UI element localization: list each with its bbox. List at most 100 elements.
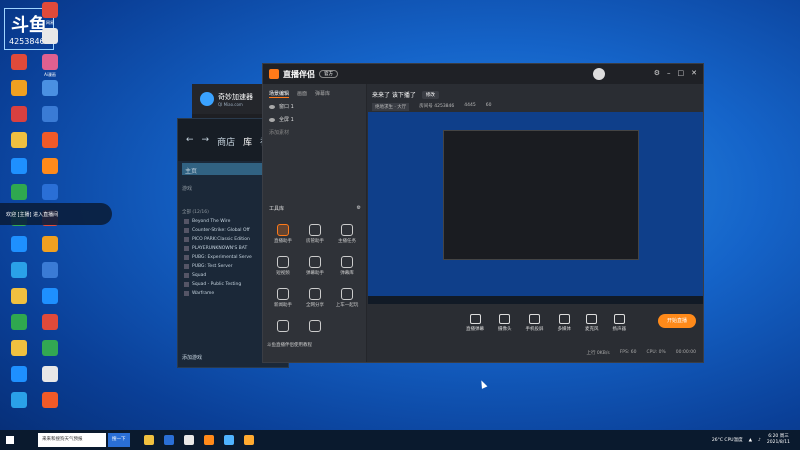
desktop-icon[interactable] [2,262,36,290]
tool-item[interactable]: 弹幕助手 [299,256,331,276]
taskbar-app-icon[interactable] [203,435,214,445]
weather-status[interactable]: 26°C CPU温度 [712,437,743,443]
app-icon [42,2,58,18]
scene-panel: 场景编辑 画面 弹幕库 窗口 1 全屏 1 添加素材 工具库 ⚙ 直播助手 房管助… [263,84,367,362]
scene-label: 窗口 1 [279,104,294,110]
desktop-icon[interactable] [2,366,36,394]
desktop-icon[interactable] [2,54,36,82]
status-item: CPU: 0% [646,350,666,355]
tool-item[interactable]: 新闻助手 [267,288,299,308]
nav-library[interactable]: 库 [243,135,252,161]
desktop-icon[interactable] [2,236,36,264]
control-icon [613,314,625,324]
nav-store[interactable]: 商店 [217,135,235,161]
desktop-icon[interactable] [33,236,67,264]
maximize-icon[interactable]: □ [678,69,685,77]
tutorial-notice[interactable]: 斗鱼直播伴侣使用教程 [267,342,312,348]
desktop-icon[interactable] [2,158,36,186]
taskbar-search-input[interactable]: 来来和搜狗天气预报 [38,433,106,447]
tab-scene[interactable]: 场景编辑 [269,90,290,98]
game-icon [184,219,189,224]
eye-icon[interactable] [269,104,275,109]
clock[interactable]: 6:20 周三 2021/8/11 [767,434,790,446]
tools-title: 工具库 [269,206,285,212]
add-source-button[interactable]: 添加素材 [263,126,366,139]
control-button[interactable]: 扬声器 [612,314,627,332]
desktop-icon[interactable]: Ai漫画 [33,54,67,82]
tool-icon [277,320,289,332]
desktop-icon[interactable] [33,366,67,394]
network-icon[interactable]: ▲ [749,438,752,443]
control-button[interactable]: 多媒体 [558,314,571,332]
desktop-icon[interactable] [33,80,67,108]
desktop-icon[interactable] [33,314,67,342]
scene-item[interactable]: 窗口 1 [263,100,366,113]
desktop-icon[interactable] [33,392,67,420]
back-arrow-icon[interactable]: ← [186,135,194,161]
forward-arrow-icon[interactable]: → [202,135,210,161]
tool-item[interactable]: 弹幕库 [331,256,363,276]
desktop-icon[interactable] [2,314,36,342]
tool-item[interactable]: 直播助手 [267,224,299,244]
add-game-button[interactable]: 添加游戏 [182,354,202,361]
taskbar-app-icon[interactable] [183,435,194,445]
desktop-icon[interactable] [33,28,67,56]
search-button[interactable]: 搜一下 [108,433,130,447]
taskbar-app-icon[interactable] [143,435,154,445]
scene-item[interactable]: 全屏 1 [263,113,366,126]
tool-item[interactable] [267,320,299,334]
tool-label: 弹幕库 [340,271,354,276]
desktop-icon[interactable] [2,392,36,420]
tool-item[interactable]: 短视频 [267,256,299,276]
desktop-icon[interactable] [33,106,67,134]
desktop-icon[interactable] [33,132,67,160]
taskbar-app-icon[interactable] [163,435,174,445]
settings-icon[interactable]: ⚙ [654,69,660,77]
control-button[interactable]: 摄像头 [498,314,512,332]
taskbar-apps [143,435,254,445]
desktop-icon[interactable] [33,158,67,186]
taskbar-app-icon[interactable] [223,435,234,445]
minimize-icon[interactable]: – [667,69,671,77]
tool-item[interactable]: 房管助手 [299,224,331,244]
desktop-icon[interactable]: 网易 [33,2,67,30]
eye-icon[interactable] [269,117,275,122]
desktop-icon[interactable] [33,288,67,316]
live-companion-window[interactable]: 直播伴侣 官方 ⚙ – □ ✕ 场景编辑 画面 弹幕库 窗口 1 全屏 1 添加… [262,63,704,363]
tab-picture[interactable]: 画面 [297,90,307,98]
stream-title: 来来了 该下播了 [372,92,416,99]
volume-icon[interactable]: ♪ [758,438,761,443]
desktop-icon[interactable] [2,106,36,134]
app-name: 直播伴侣 [283,69,315,79]
app-icon [11,106,27,122]
tool-item[interactable]: 全网分享 [299,288,331,308]
desktop-icon[interactable] [2,132,36,160]
room-number: 房间号 4253846 [419,104,455,109]
taskbar-app-icon[interactable] [243,435,254,445]
category-badge[interactable]: 绝地求生 · 大厅 [372,103,410,111]
control-label: 扬声器 [612,327,627,332]
tool-item[interactable] [299,320,331,334]
control-button[interactable]: 手机投屏 [526,314,544,332]
tool-item[interactable]: 主播任务 [331,224,363,244]
desktop-icon[interactable] [2,80,36,108]
control-button[interactable]: 直播弹幕 [466,314,484,332]
go-live-button[interactable]: 开始直播 [658,314,696,328]
status-item: 00:00:00 [675,350,696,355]
tool-label: 直播助手 [274,239,292,244]
start-button[interactable] [0,430,20,450]
control-button[interactable]: 麦克风 [585,314,599,332]
fan-count: 4445 [464,103,476,108]
tool-item[interactable]: 上车一起玩 [331,288,363,308]
edit-title-button[interactable]: 修改 [421,90,439,99]
tab-danmu[interactable]: 弹幕库 [315,90,330,98]
desktop-icon[interactable] [2,340,36,368]
desktop-icon[interactable] [2,288,36,316]
stream-preview[interactable] [368,112,703,304]
close-icon[interactable]: ✕ [691,69,697,77]
settings-icon[interactable]: ⚙ [357,205,361,211]
desktop-icon[interactable] [33,340,67,368]
desktop-icon[interactable] [33,262,67,290]
tool-icon [309,320,321,332]
avatar[interactable] [593,68,605,80]
